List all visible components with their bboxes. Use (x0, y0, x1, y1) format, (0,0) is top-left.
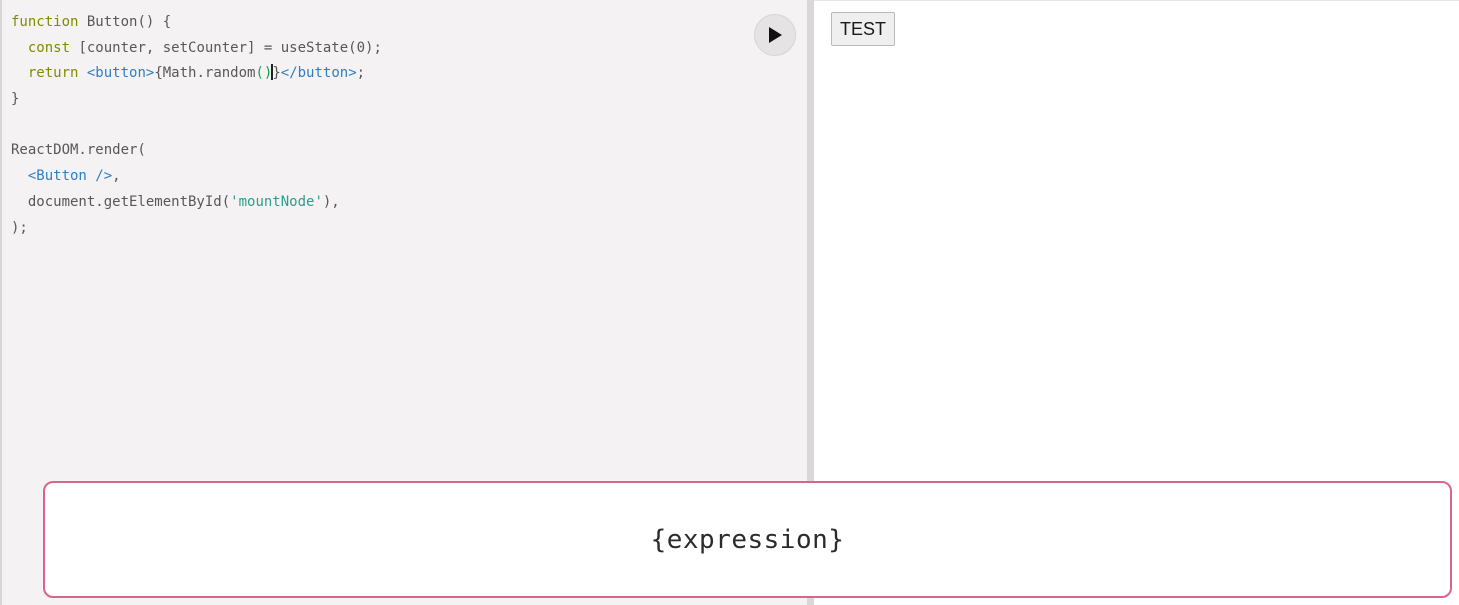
preview-test-button[interactable]: TEST (831, 12, 895, 46)
run-button[interactable] (754, 14, 796, 56)
code-token: } (11, 91, 20, 108)
code-token: Button() { (78, 14, 172, 30)
code-line[interactable]: document.getElementById('mountNode'), (11, 190, 382, 216)
code-token: () (255, 65, 273, 82)
code-line[interactable]: return <button>{Math.random()}</button>; (11, 61, 382, 87)
caption-overlay: {expression} (43, 481, 1452, 598)
code-token: ), (322, 193, 340, 210)
code-line[interactable]: <Button />, (11, 164, 382, 190)
code-token: [counter, setCounter] = useState(0); (70, 39, 382, 56)
code-token: ; (356, 65, 366, 82)
code-line[interactable]: const [counter, setCounter] = useState(0… (11, 36, 382, 62)
code-line[interactable]: } (11, 87, 382, 113)
code-token: } (272, 65, 281, 82)
code-token: document.getElementById( (11, 193, 231, 210)
code-token: ); (11, 219, 28, 236)
caption-text: {expression} (650, 524, 845, 555)
code-token: {Math.random (154, 65, 256, 82)
play-icon (769, 27, 782, 43)
code-line[interactable]: ReactDOM.render( (11, 138, 382, 164)
code-token: <button> (86, 65, 155, 82)
code-token: , (112, 168, 121, 185)
code-line[interactable]: ); (11, 216, 382, 242)
code-token: ReactDOM.render( (11, 142, 146, 159)
code-token: return (27, 65, 79, 82)
code-line[interactable] (11, 113, 382, 139)
code-token: const (27, 39, 71, 56)
code-token: function (11, 14, 79, 30)
code-line[interactable]: function Button() { (11, 10, 382, 36)
code-token: 'mountNode' (230, 193, 323, 210)
code-editor[interactable]: function Button() { const [counter, setC… (11, 10, 382, 241)
code-token: <Button /> (27, 168, 113, 185)
code-token: </button> (280, 65, 357, 82)
